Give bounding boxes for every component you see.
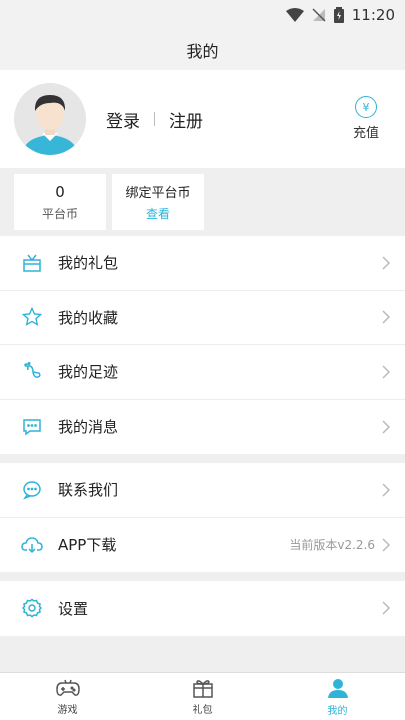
page-title: 我的: [186, 42, 219, 61]
user-icon: [327, 678, 348, 698]
status-bar: 11:20: [0, 0, 405, 30]
register-link[interactable]: 注册: [169, 107, 203, 132]
menu-item-gifts[interactable]: 我的礼包: [0, 236, 405, 291]
avatar[interactable]: [14, 83, 86, 155]
bound-coin-view-link[interactable]: 查看: [146, 205, 170, 222]
star-icon: [20, 305, 44, 329]
chevron-right-icon: [382, 601, 391, 615]
chevron-right-icon: [382, 420, 391, 434]
menu-item-label: 联系我们: [58, 481, 119, 500]
menu-item-label: 我的礼包: [58, 254, 119, 273]
section-gap: [0, 572, 405, 581]
auth-links: 登录 注册: [106, 107, 203, 132]
chevron-right-icon: [382, 365, 391, 379]
platform-coin-value: 0: [55, 182, 65, 201]
battery-icon: [333, 7, 344, 23]
menu-item-favorites[interactable]: 我的收藏: [0, 291, 405, 345]
menu-group-2: 联系我们 APP下载 当前版本v2.2.6: [0, 463, 405, 572]
login-link[interactable]: 登录: [106, 107, 140, 132]
chevron-right-icon: [382, 483, 391, 497]
app-version-text: 当前版本v2.2.6: [289, 538, 375, 553]
menu-item-settings[interactable]: 设置: [0, 581, 405, 636]
recharge-label: 充值: [352, 126, 379, 141]
status-time: 11:20: [351, 6, 395, 24]
coins-section: 0 平台币 绑定平台币 查看: [0, 168, 405, 236]
tab-label: 礼包: [192, 704, 213, 716]
message-icon: [20, 415, 44, 439]
tab-gifts[interactable]: 礼包: [135, 673, 270, 720]
menu-group-3: 设置: [0, 581, 405, 636]
gift-box-icon: [192, 679, 213, 698]
tab-label: 我的: [327, 705, 348, 717]
menu-item-label: APP下载: [58, 536, 117, 555]
menu-item-label: 我的收藏: [58, 308, 119, 327]
tab-games[interactable]: 游戏: [0, 673, 135, 720]
recharge-icon: ¥: [354, 95, 379, 118]
avatar-icon: [14, 83, 86, 155]
menu-group-1: 我的礼包 我的收藏 我的足迹 我的消息: [0, 236, 405, 454]
cloud-download-icon: [20, 533, 44, 557]
platform-coin-card[interactable]: 0 平台币: [14, 174, 106, 230]
wifi-icon: [285, 8, 304, 22]
divider: [154, 112, 155, 126]
menu-item-label: 我的足迹: [58, 363, 119, 382]
tab-label: 游戏: [57, 704, 78, 716]
menu-item-app-download[interactable]: APP下载 当前版本v2.2.6: [0, 518, 405, 573]
gear-icon: [20, 596, 44, 620]
recharge-button[interactable]: ¥ 充值: [352, 95, 379, 141]
gift-icon: [20, 251, 44, 275]
section-gap: [0, 454, 405, 463]
menu-item-messages[interactable]: 我的消息: [0, 400, 405, 455]
page-title-bar: 我的: [0, 30, 405, 70]
menu-item-contact[interactable]: 联系我们: [0, 463, 405, 518]
menu-item-label: 我的消息: [58, 418, 119, 437]
chevron-right-icon: [382, 310, 391, 324]
bottom-tab-bar: 游戏 礼包 我的: [0, 672, 405, 720]
bound-coin-card[interactable]: 绑定平台币 查看: [112, 174, 204, 230]
bound-coin-title: 绑定平台币: [125, 186, 191, 201]
menu-item-label: 设置: [58, 599, 89, 618]
footprint-icon: [20, 360, 44, 384]
chat-icon: [20, 478, 44, 502]
chevron-right-icon: [382, 538, 391, 552]
menu-item-footprints[interactable]: 我的足迹: [0, 345, 405, 400]
tab-me[interactable]: 我的: [270, 673, 405, 720]
platform-coin-label: 平台币: [41, 206, 78, 221]
profile-section: 登录 注册 ¥ 充值: [0, 70, 405, 168]
no-signal-icon: [312, 8, 326, 22]
gamepad-icon: [55, 679, 80, 696]
chevron-right-icon: [382, 256, 391, 270]
